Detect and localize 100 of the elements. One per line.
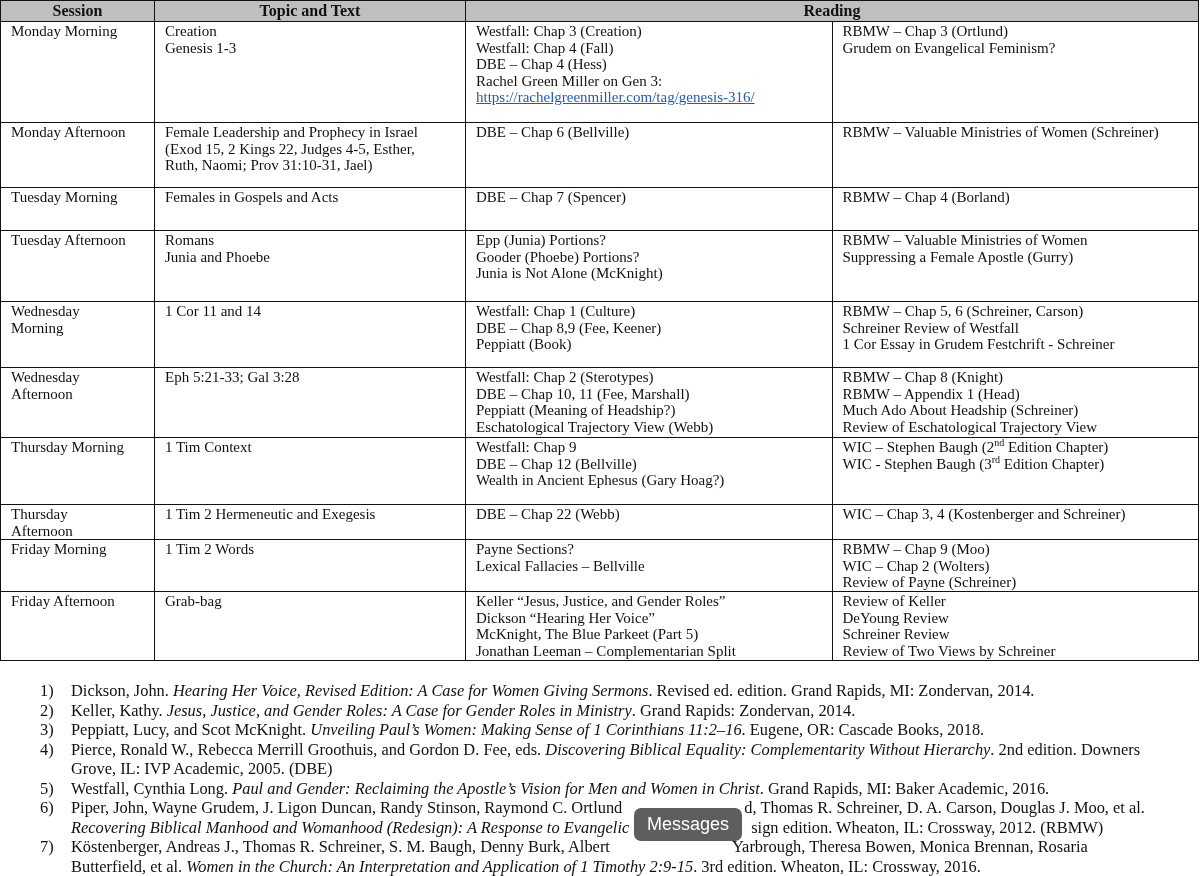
reading-item: Payne Sections? — [476, 541, 574, 558]
reading-item: RBMW – Chap 8 (Knight) — [842, 369, 1004, 386]
reading-item: Review of Keller — [842, 593, 946, 610]
topic-text: 1 Tim Context — [165, 439, 252, 456]
reference-text: d, Thomas R. Schreiner, D. A. Carson, Douglas J. Moo, et al. — [744, 798, 1145, 818]
reading-item: RBMW – Valuable Ministries of Women (Schreiner) — [842, 124, 1159, 141]
reading-item: Wealth in Ancient Ephesus (Gary Hoag?) — [476, 472, 725, 489]
reading-item: RBMW – Appendix 1 (Head) — [842, 385, 1020, 402]
reference-text: sign edition. Wheaton, IL: Crossway, 2012. (RBMW) — [751, 817, 1104, 837]
reading-item: Review of Payne (Schreiner) — [842, 574, 1017, 591]
reference-text: Butterfield, et al. Women in the Church: An Interpretation and Application of 1 Timothy 2:9-15. 3rd edition. Wheaton, IL: Crossway, 2016. — [71, 856, 981, 876]
reading-item: Rachel Green Miller on Gen 3: — [476, 72, 663, 89]
reading-item: Junia is Not Alone (McKnight) — [476, 265, 663, 282]
topic-text: Junia and Phoebe — [165, 248, 270, 265]
reading-item: McKnight, The Blue Parkeet (Part 5) — [476, 626, 699, 643]
reference-text: Peppiatt, Lucy, and Scot McKnight. Unveiling Paul’s Women: Making Sense of 1 Corinthians 11:2–16. Eugene, OR: Cascade Books, 2018. — [71, 720, 985, 740]
reading-item: DBE – Chap 10, 11 (Fee, Marshall) — [476, 385, 690, 402]
reference-text: Grove, IL: IVP Academic, 2005. (DBE) — [71, 759, 333, 779]
reading-item: Review of Eschatological Trajectory View — [842, 418, 1098, 435]
reference-text: Pierce, Ronald W., Rebecca Merrill Groothuis, and Gordon D. Fee, eds. Discovering Biblical Equality: Complementarity Without Hierarchy. 2nd edition. Downers — [71, 739, 1141, 759]
reading-item: Jonathan Leeman – Complementarian Split — [476, 642, 736, 659]
topic-text: Romans — [165, 232, 215, 249]
reading-item: Westfall: Chap 3 (Creation) — [476, 23, 642, 40]
list-number: 6) — [40, 798, 55, 819]
reading-item: DBE – Chap 22 (Webb) — [476, 506, 620, 523]
reading-item: Grudem on Evangelical Feminism? — [842, 39, 1056, 56]
topic-text: 1 Tim 2 Words — [165, 541, 254, 558]
topic-text: Female Leadership and Prophecy in Israel — [165, 124, 418, 141]
reading-item: DeYoung Review — [842, 609, 949, 626]
topic-text: Grab-bag — [165, 593, 222, 610]
reading-item: WIC - Stephen Baugh (3$^{rd}$ Edition Chapter) — [842, 455, 1105, 472]
session-name: Morning — [11, 319, 64, 336]
reading-item: Westfall: Chap 9 — [476, 439, 577, 456]
reading-item: Keller “Jesus, Justice, and Gender Roles” — [476, 593, 726, 610]
reading-item: WIC – Stephen Baugh (2$^{nd}$ Edition Chapter) — [842, 439, 1109, 456]
list-number: 1) — [40, 681, 55, 701]
reading-item: Epp (Junia) Portions? — [476, 232, 606, 249]
session-name: Afternoon — [11, 385, 73, 402]
list-number: 2) — [40, 700, 55, 720]
column-header: Session — [0, 0, 155, 22]
reading-item: RBMW – Chap 3 (Ortlund) — [842, 23, 1009, 40]
reading-item: Schreiner Review of Westfall — [842, 319, 1019, 336]
reading-item: Dickson “Hearing Her Voice” — [476, 609, 655, 626]
session-name: Thursday Morning — [11, 439, 124, 456]
reference-text: Recovering Biblical Manhood and Womanhood (Redesign): A Response to Evangelic — [71, 817, 630, 837]
reading-item: RBMW – Valuable Ministries of Women — [842, 232, 1088, 249]
reading-item: 1 Cor Essay in Grudem Festchrift - Schreiner — [842, 336, 1115, 353]
list-number: 4) — [40, 739, 55, 761]
session-name: Wednesday — [11, 369, 80, 386]
reading-item: DBE – Chap 4 (Hess) — [476, 56, 607, 73]
session-name: Afternoon — [11, 522, 73, 539]
reading-item: Gooder (Phoebe) Portions? — [476, 248, 640, 265]
session-name: Friday Afternoon — [11, 593, 115, 610]
reading-item: DBE – Chap 8,9 (Fee, Keener) — [476, 319, 662, 336]
list-number: 5) — [40, 778, 55, 798]
topic-text: 1 Cor 11 and 14 — [165, 303, 262, 320]
reading-item: Peppiatt (Book) — [476, 336, 572, 353]
reading-item: Westfall: Chap 1 (Culture) — [476, 303, 636, 320]
reference-text: Keller, Kathy. Jesus, Justice, and Gender Roles: A Case for Gender Roles in Ministry. Grand Rapids: Zondervan, 2014. — [71, 700, 856, 720]
reading-item: DBE – Chap 12 (Bellville) — [476, 455, 637, 472]
session-name: Monday Afternoon — [11, 124, 126, 141]
session-name: Monday Morning — [11, 23, 118, 40]
topic-text: Females in Gospels and Acts — [165, 189, 339, 206]
reference-text: Köstenberger, Andreas J., Thomas R. Schreiner, S. M. Baugh, Denny Burk, Albert — [71, 837, 610, 857]
reading-item: Westfall: Chap 2 (Sterotypes) — [476, 369, 654, 386]
reading-item: WIC – Chap 2 (Wolters) — [842, 557, 990, 574]
topic-text: Creation — [165, 23, 217, 40]
tooltip: Messages — [634, 808, 742, 841]
session-name: Tuesday Morning — [11, 189, 118, 206]
reading-item: RBMW – Chap 5, 6 (Schreiner, Carson) — [842, 303, 1084, 320]
session-name: Wednesday — [11, 303, 80, 320]
reading-item: Schreiner Review — [842, 626, 950, 643]
reading-item: Eschatological Trajectory View (Webb) — [476, 418, 714, 435]
topic-text: Eph 5:21-33; Gal 3:28 — [165, 369, 300, 386]
reading-item: DBE – Chap 6 (Bellville) — [476, 124, 630, 141]
reference-text: Westfall, Cynthia Long. Paul and Gender: Reclaiming the Apostle’s Vision for Men and Women in Christ. Grand Rapids, MI: Baker Academic, 2016. — [71, 778, 1050, 798]
list-number: 7) — [40, 837, 55, 858]
reading-item: DBE – Chap 7 (Spencer) — [476, 189, 626, 206]
reading-item: RBMW – Chap 9 (Moo) — [842, 541, 990, 558]
session-name: Friday Morning — [11, 541, 107, 558]
reading-item: Suppressing a Female Apostle (Gurry) — [842, 248, 1074, 265]
link[interactable]: https://rachelgreenmiller.com/tag/genesis-316/ — [476, 89, 755, 106]
reading-item: WIC – Chap 3, 4 (Kostenberger and Schreiner) — [842, 506, 1126, 523]
topic-text: Ruth, Naomi; Prov 31:10-31, Jael) — [165, 157, 373, 174]
session-name: Tuesday Afternoon — [11, 232, 126, 249]
column-header: Reading — [465, 0, 1199, 22]
reading-item: Lexical Fallacies – Bellville — [476, 557, 645, 574]
reading-item: Much Ado About Headship (Schreiner) — [842, 402, 1079, 419]
column-header: Topic and Text — [154, 0, 466, 22]
reference-text: Dickson, John. Hearing Her Voice, Revised Edition: A Case for Women Giving Sermons. Revised ed. edition. Grand Rapids, MI: Zondervan, 2014. — [71, 681, 1035, 701]
reading-item: Review of Two Views by Schreiner — [842, 642, 1056, 659]
reading-item: Peppiatt (Meaning of Headship?) — [476, 402, 676, 419]
topic-text: Genesis 1-3 — [165, 39, 237, 56]
reading-item: RBMW – Chap 4 (Borland) — [842, 189, 1010, 206]
reference-text: Piper, John, Wayne Grudem, J. Ligon Duncan, Randy Stinson, Raymond C. Ortlund — [71, 798, 623, 818]
list-number: 3) — [40, 720, 55, 740]
topic-text: (Exod 15, 2 Kings 22, Judges 4-5, Esther, — [165, 140, 415, 157]
session-name: Thursday — [11, 506, 68, 523]
topic-text: 1 Tim 2 Hermeneutic and Exegesis — [165, 506, 376, 523]
reading-item: Westfall: Chap 4 (Fall) — [476, 39, 614, 56]
